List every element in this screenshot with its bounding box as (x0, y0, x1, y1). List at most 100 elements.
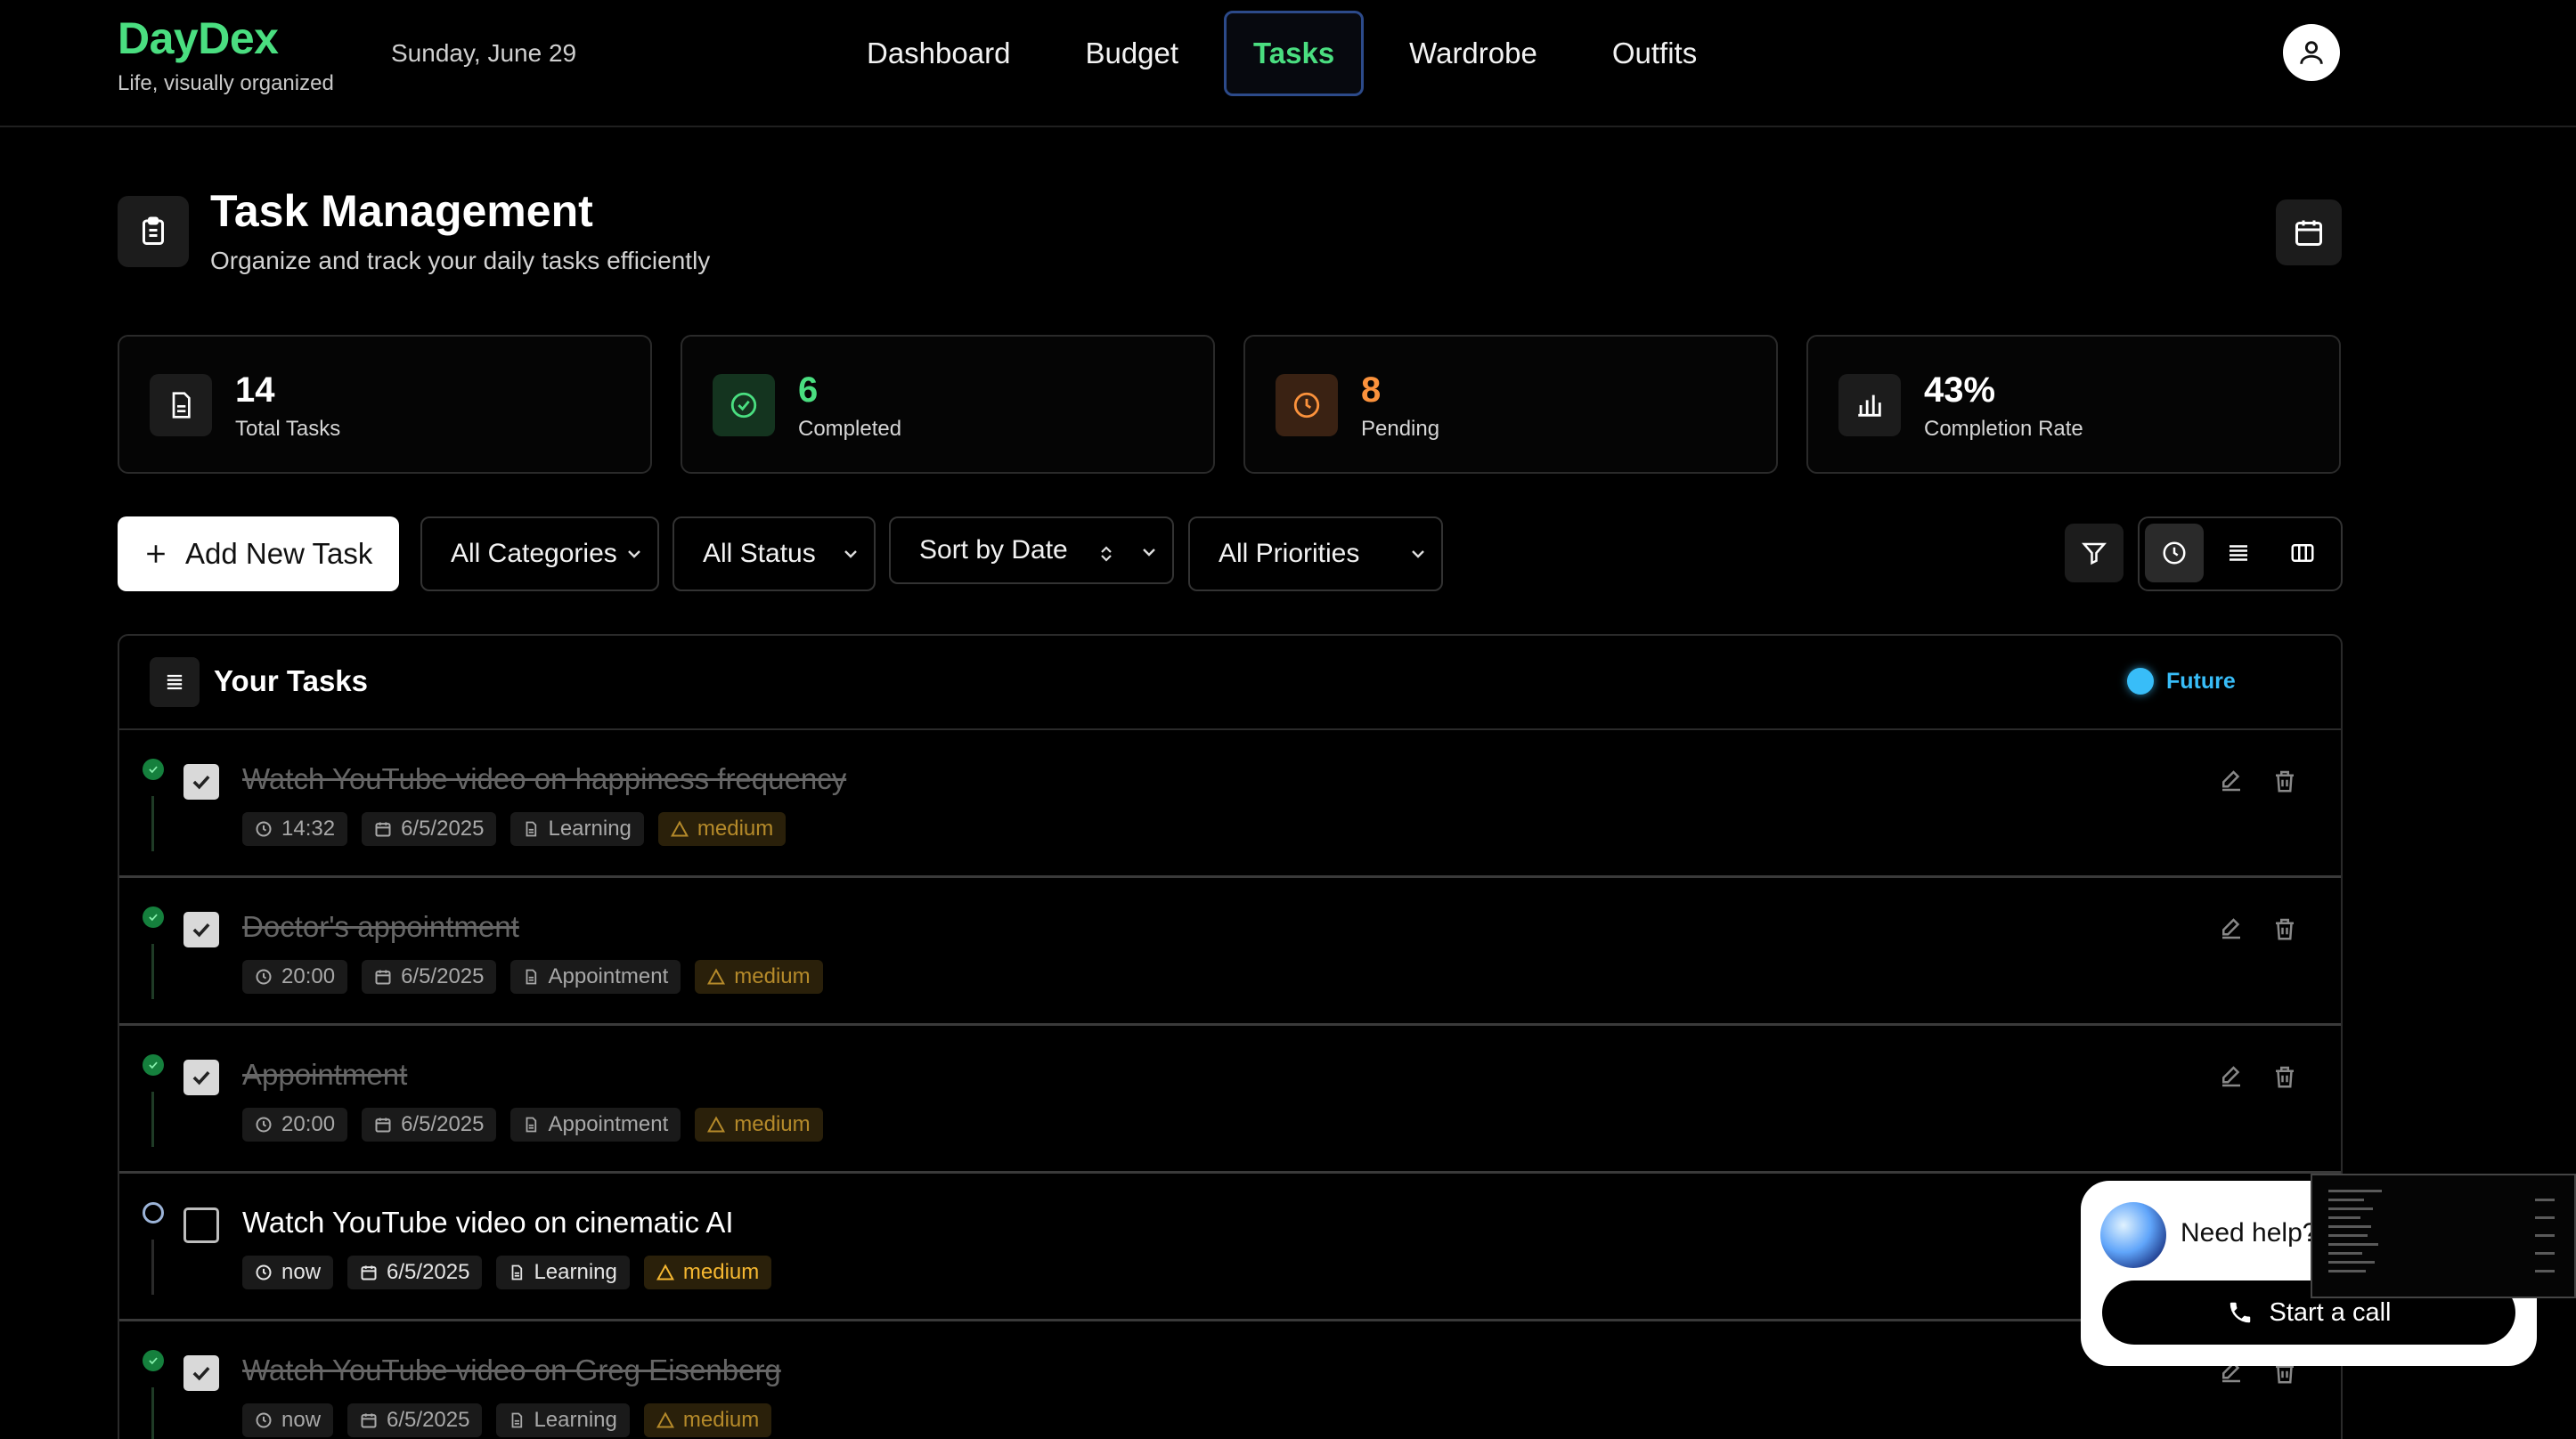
task-checkbox[interactable] (183, 1207, 219, 1243)
task-checkbox[interactable] (183, 912, 219, 947)
clock-icon (256, 1264, 272, 1280)
page-subtitle: Organize and track your daily tasks effi… (210, 247, 711, 274)
phone-icon (2230, 1302, 2250, 1323)
nav-outfits[interactable]: Outfits (1583, 11, 1726, 96)
file-icon (150, 374, 212, 436)
check-icon (192, 1070, 210, 1085)
user-avatar-button[interactable] (2283, 24, 2340, 81)
category-select-value: All Categories (451, 539, 617, 568)
category-select[interactable]: All Categories (420, 516, 659, 591)
status-select[interactable]: All Status (673, 516, 876, 591)
preview-thumbnail[interactable] (2311, 1174, 2576, 1298)
task-date: 6/5/2025 (387, 1408, 470, 1432)
filter-icon (2081, 542, 2107, 565)
timeline-connector (151, 796, 154, 851)
trash-icon[interactable] (2271, 915, 2298, 942)
brand-tagline: Life, visually organized (118, 71, 334, 95)
task-checkbox[interactable] (183, 1355, 219, 1391)
task-date: 6/5/2025 (401, 817, 485, 841)
sort-select[interactable]: Sort by Date (889, 516, 1174, 584)
board-view-button[interactable] (2273, 524, 2332, 582)
nav-wardrobe[interactable]: Wardrobe (1380, 11, 1567, 96)
task-row[interactable]: Watch YouTube video on happiness frequen… (119, 730, 2341, 878)
add-task-button[interactable]: Add New Task (118, 516, 399, 591)
tasks-panel-title: Your Tasks (214, 664, 369, 697)
task-category: Appointment (548, 1112, 669, 1136)
file-icon (512, 1412, 523, 1428)
status-select-value: All Status (703, 539, 816, 568)
task-priority: medium (697, 817, 774, 841)
task-meta: now 6/5/2025 Learning medium (242, 1256, 772, 1289)
stat-value: 43% (1924, 370, 1996, 410)
file-icon (526, 821, 537, 837)
trash-icon[interactable] (2271, 768, 2298, 794)
priority-select[interactable]: All Priorities (1188, 516, 1443, 591)
clock-icon (256, 969, 272, 985)
timeline-connector (151, 944, 154, 999)
task-row[interactable]: Appointment 20:00 6/5/2025 Appointment m… (119, 1026, 2341, 1174)
user-icon (2300, 41, 2323, 64)
future-dot (2127, 668, 2154, 695)
task-meta: 20:00 6/5/2025 Appointment medium (242, 1108, 823, 1142)
task-time: 20:00 (281, 1112, 336, 1136)
edit-icon[interactable] (2218, 915, 2245, 942)
warning-icon (656, 1264, 674, 1280)
tasks-panel: Your Tasks Future Watch YouTube video on… (118, 634, 2343, 1439)
help-text: Need help? (2181, 1218, 2318, 1248)
status-dot (143, 1054, 164, 1076)
task-priority: medium (734, 1112, 811, 1136)
nav-tasks[interactable]: Tasks (1224, 11, 1365, 96)
task-date: 6/5/2025 (401, 1112, 485, 1136)
clipboard-icon (118, 196, 189, 267)
bar-chart-icon (1838, 374, 1901, 436)
edit-icon[interactable] (2218, 768, 2245, 794)
stat-label: Completed (798, 417, 902, 441)
clock-icon (1276, 374, 1338, 436)
chevron-down-icon (1143, 549, 1155, 557)
chevron-down-icon (844, 550, 857, 558)
warning-icon (707, 1116, 726, 1133)
file-icon (526, 1117, 537, 1133)
stat-card-completed: 6 Completed (681, 335, 1215, 474)
priority-chip: medium (695, 1108, 823, 1142)
nav-budget[interactable]: Budget (1056, 11, 1208, 96)
date-chip: 6/5/2025 (362, 960, 497, 994)
brand[interactable]: DayDex Life, visually organized (118, 12, 334, 96)
task-row[interactable]: Watch YouTube video on Greg Eisenberg no… (119, 1321, 2341, 1439)
start-call-label: Start a call (2269, 1297, 2392, 1327)
priority-chip: medium (643, 1403, 772, 1437)
date-chip: 6/5/2025 (347, 1403, 483, 1437)
status-dot (143, 759, 164, 780)
brand-name[interactable]: DayDex (118, 12, 334, 64)
chevron-down-icon (1412, 550, 1424, 558)
task-row[interactable]: Doctor's appointment 20:00 6/5/2025 Appo… (119, 878, 2341, 1026)
trash-icon[interactable] (2271, 1063, 2298, 1090)
list-view-button[interactable] (2209, 524, 2268, 582)
date-chip: 6/5/2025 (362, 1108, 497, 1142)
assistant-orb-icon (2100, 1202, 2166, 1268)
task-category: Appointment (548, 964, 669, 988)
tasks-panel-header: Your Tasks Future (119, 636, 2341, 730)
nav-dashboard[interactable]: Dashboard (837, 11, 1039, 96)
task-checkbox[interactable] (183, 1060, 219, 1095)
check-icon (192, 923, 210, 938)
timeline-view-button[interactable] (2145, 524, 2204, 582)
stat-value: 14 (235, 370, 275, 410)
warning-icon (707, 968, 726, 985)
stat-card-total: 14 Total Tasks (118, 335, 652, 474)
stat-card-pending: 8 Pending (1243, 335, 1778, 474)
current-date: Sunday, June 29 (391, 39, 577, 67)
filter-button[interactable] (2065, 524, 2124, 582)
check-icon (192, 775, 210, 790)
task-time: 14:32 (281, 817, 336, 841)
stat-label: Pending (1361, 417, 1440, 441)
timeline-connector (151, 1387, 154, 1439)
task-title: Appointment (242, 1058, 408, 1091)
edit-icon[interactable] (2218, 1063, 2245, 1090)
task-row[interactable]: Watch YouTube video on cinematic AI now … (119, 1174, 2341, 1321)
calendar-button[interactable] (2276, 199, 2342, 265)
time-chip: 14:32 (242, 812, 348, 846)
task-category: Learning (534, 1260, 617, 1284)
task-category: Learning (534, 1408, 617, 1432)
task-checkbox[interactable] (183, 764, 219, 800)
